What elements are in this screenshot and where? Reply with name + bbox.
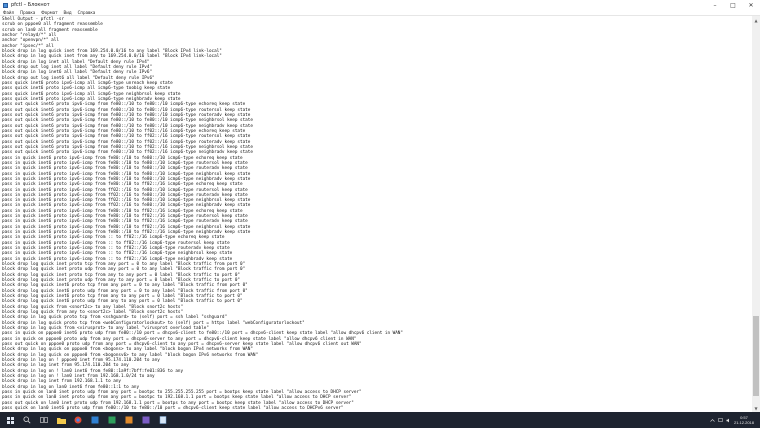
system-tray: 0:57 21.12.2018 <box>710 415 760 425</box>
windows-logo-icon <box>6 416 14 424</box>
folder-icon <box>56 417 66 424</box>
taskbar-search-button[interactable] <box>20 414 34 426</box>
start-button[interactable] <box>3 414 17 426</box>
menu-format[interactable]: Формат <box>41 10 57 15</box>
notepad-icon <box>159 416 167 424</box>
window-controls: – □ ✕ <box>706 0 760 10</box>
app-icon <box>91 416 99 424</box>
taskbar-notepad[interactable] <box>156 414 170 426</box>
network-icon[interactable] <box>718 417 723 423</box>
menu-help[interactable]: Справка <box>78 10 96 15</box>
vertical-scrollbar[interactable]: ▲ ▼ <box>752 16 760 412</box>
scroll-down-icon[interactable]: ▼ <box>752 404 760 412</box>
browser-icon <box>74 416 82 424</box>
menu-view[interactable]: Вид <box>64 10 72 15</box>
taskbar-app-green[interactable] <box>105 414 119 426</box>
search-icon <box>23 416 31 424</box>
app-icon <box>142 416 150 424</box>
window-title: pfctl – Блокнот <box>11 2 50 8</box>
taskbar-browser[interactable] <box>71 414 85 426</box>
menu-edit[interactable]: Правка <box>20 10 35 15</box>
chevron-up-icon[interactable] <box>710 418 715 423</box>
text-line: pass quick on lan0 inet6 proto udp from … <box>2 405 344 411</box>
title-bar: pfctl – Блокнот – □ ✕ <box>0 0 760 10</box>
close-icon[interactable]: ✕ <box>742 0 760 10</box>
menu-file[interactable]: Файл <box>3 10 14 15</box>
text-editor-area[interactable]: Shell Output - pfctl -sr scrub on pppoe0 … <box>0 16 752 412</box>
volume-icon[interactable] <box>726 418 731 423</box>
taskbar: 0:57 21.12.2018 <box>0 412 760 428</box>
maximize-icon[interactable]: □ <box>724 0 742 10</box>
taskbar-app-purple[interactable] <box>139 414 153 426</box>
minimize-icon[interactable]: – <box>706 0 724 10</box>
taskbar-app-blue[interactable] <box>88 414 102 426</box>
taskbar-task-view[interactable] <box>37 414 51 426</box>
app-icon <box>108 416 116 424</box>
scroll-up-icon[interactable]: ▲ <box>752 16 760 24</box>
text-content: Shell Output - pfctl -sr scrub on pppoe0 … <box>0 16 752 411</box>
task-view-icon <box>40 417 48 423</box>
app-icon <box>125 416 133 424</box>
scrollbar-thumb[interactable] <box>753 316 759 396</box>
notepad-icon <box>3 2 8 8</box>
taskbar-app-orange[interactable] <box>122 414 136 426</box>
clock-date: 21.12.2018 <box>733 420 754 425</box>
clock[interactable]: 0:57 21.12.2018 <box>734 415 754 425</box>
taskbar-explorer[interactable] <box>54 414 68 426</box>
